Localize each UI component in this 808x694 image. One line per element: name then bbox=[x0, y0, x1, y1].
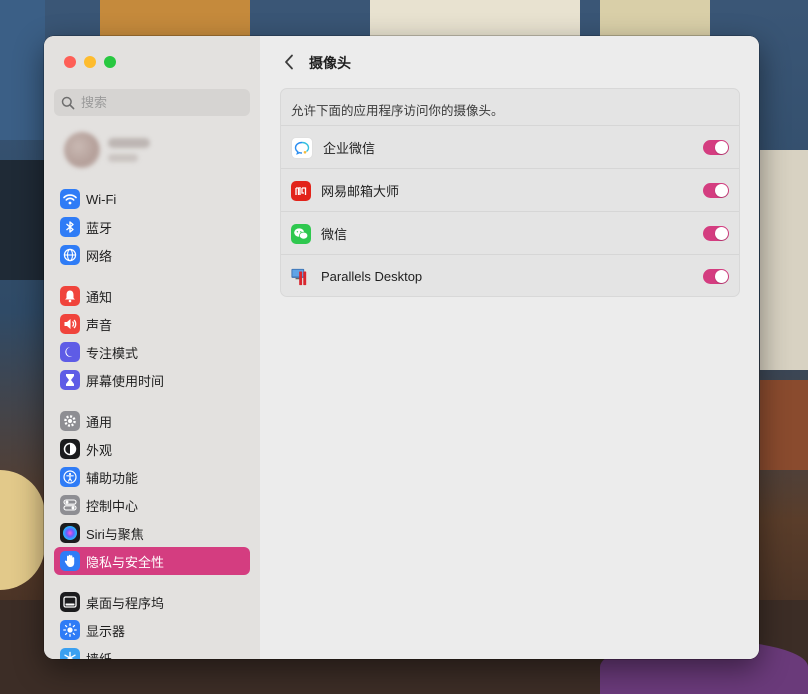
sidebar-item-label: 显示器 bbox=[86, 623, 126, 639]
sidebar-item-label: 墙纸 bbox=[86, 651, 113, 660]
netease-mail-icon bbox=[291, 180, 311, 201]
accessibility-icon bbox=[60, 467, 80, 487]
bell-icon bbox=[60, 286, 80, 306]
app-name: Parallels Desktop bbox=[321, 269, 423, 284]
toggle-knob bbox=[715, 227, 728, 240]
moon-icon bbox=[60, 342, 80, 362]
wecom-icon bbox=[291, 136, 313, 159]
bluetooth-icon bbox=[60, 217, 80, 237]
wallpaper-icon bbox=[60, 648, 80, 659]
control-center-icon bbox=[60, 495, 80, 515]
app-name: 企业微信 bbox=[323, 141, 376, 156]
appearance-icon bbox=[60, 439, 80, 459]
sidebar-item-accessibility[interactable]: 辅助功能 bbox=[54, 463, 250, 491]
camera-access-panel: 允许下面的应用程序访问你的摄像头。 企业微信网易邮箱大师 微信 Parallels … bbox=[280, 88, 740, 297]
app-row: Parallels Desktop bbox=[281, 254, 739, 298]
sidebar-item-bell[interactable]: 通知 bbox=[54, 282, 250, 310]
globe-icon bbox=[60, 245, 80, 265]
sidebar-item-label: 隐私与安全性 bbox=[86, 554, 165, 570]
toggle-knob bbox=[715, 270, 728, 283]
sidebar-item-appearance[interactable]: 外观 bbox=[54, 435, 250, 463]
search-input[interactable] bbox=[79, 94, 243, 111]
sidebar-item-control-center[interactable]: 控制中心 bbox=[54, 491, 250, 519]
camera-access-toggle[interactable] bbox=[703, 183, 729, 198]
sidebar-item-label: 桌面与程序坞 bbox=[86, 595, 165, 611]
app-name: 微信 bbox=[321, 227, 348, 242]
system-settings-window: Wi-Fi 蓝牙网络通知声音专注模式屏幕使用时间通用外观辅助功能控制中心 Siri与… bbox=[44, 36, 759, 659]
main-pane: 摄像头 允许下面的应用程序访问你的摄像头。 企业微信网易邮箱大师 微信 Parall… bbox=[260, 36, 759, 659]
siri-icon bbox=[60, 523, 80, 543]
app-row: 企业微信 bbox=[281, 125, 739, 169]
sidebar: Wi-Fi 蓝牙网络通知声音专注模式屏幕使用时间通用外观辅助功能控制中心 Siri与… bbox=[44, 36, 261, 659]
app-row: 网易邮箱大师 bbox=[281, 168, 739, 212]
back-button[interactable] bbox=[280, 52, 298, 72]
sidebar-item-label: 专注模式 bbox=[86, 345, 139, 361]
sidebar-item-siri[interactable]: Siri与聚焦 bbox=[54, 519, 250, 547]
gear-icon bbox=[60, 411, 80, 431]
sidebar-item-label: 通知 bbox=[86, 289, 113, 305]
sidebar-item-label: 外观 bbox=[86, 442, 113, 458]
sidebar-item-dock[interactable]: 桌面与程序坞 bbox=[54, 588, 250, 616]
window-controls bbox=[64, 56, 116, 68]
avatar bbox=[64, 132, 100, 168]
account-subtitle-blurred bbox=[108, 154, 138, 162]
sidebar-list: Wi-Fi 蓝牙网络通知声音专注模式屏幕使用时间 通用外观辅助功能控制中心 Siri与… bbox=[54, 185, 250, 659]
sidebar-item-label: 声音 bbox=[86, 317, 113, 333]
apple-account[interactable] bbox=[64, 132, 154, 168]
header: 摄像头 bbox=[260, 36, 759, 88]
sidebar-item-label: 蓝牙 bbox=[86, 220, 113, 236]
app-row: 微信 bbox=[281, 211, 739, 255]
sidebar-item-hand[interactable]: 隐私与安全性 bbox=[54, 547, 250, 575]
page-title: 摄像头 bbox=[309, 55, 351, 71]
sidebar-item-label: 屏幕使用时间 bbox=[86, 373, 165, 389]
parallels-icon bbox=[291, 267, 311, 287]
toggle-knob bbox=[715, 184, 728, 197]
sidebar-item-label: 通用 bbox=[86, 414, 113, 430]
camera-access-toggle[interactable] bbox=[703, 226, 729, 241]
search-icon bbox=[61, 96, 75, 109]
sidebar-item-wifi[interactable]: Wi-Fi bbox=[54, 185, 250, 213]
camera-access-toggle[interactable] bbox=[703, 269, 729, 284]
close-button[interactable] bbox=[64, 56, 76, 68]
hand-icon bbox=[60, 551, 80, 571]
sidebar-item-label: 辅助功能 bbox=[86, 470, 139, 486]
account-name-blurred bbox=[108, 138, 150, 148]
minimize-button[interactable] bbox=[84, 56, 96, 68]
wifi-icon bbox=[60, 189, 80, 209]
display-icon bbox=[60, 620, 80, 640]
sidebar-item-speaker[interactable]: 声音 bbox=[54, 310, 250, 338]
sidebar-item-label: Wi-Fi bbox=[86, 191, 117, 207]
sidebar-item-bluetooth[interactable]: 蓝牙 bbox=[54, 213, 250, 241]
app-name: 网易邮箱大师 bbox=[321, 184, 400, 199]
sidebar-item-gear[interactable]: 通用 bbox=[54, 407, 250, 435]
speaker-icon bbox=[60, 314, 80, 334]
hourglass-icon bbox=[60, 370, 80, 390]
search-field[interactable] bbox=[54, 89, 250, 116]
zoom-button[interactable] bbox=[104, 56, 116, 68]
camera-access-toggle[interactable] bbox=[703, 140, 729, 155]
sidebar-item-label: 控制中心 bbox=[86, 498, 139, 514]
dock-icon bbox=[60, 592, 80, 612]
toggle-knob bbox=[715, 141, 728, 154]
sidebar-item-label: 网络 bbox=[86, 248, 113, 264]
sidebar-item-globe[interactable]: 网络 bbox=[54, 241, 250, 269]
panel-description: 允许下面的应用程序访问你的摄像头。 bbox=[291, 104, 504, 118]
sidebar-item-moon[interactable]: 专注模式 bbox=[54, 338, 250, 366]
wechat-icon bbox=[291, 223, 311, 244]
sidebar-item-hourglass[interactable]: 屏幕使用时间 bbox=[54, 366, 250, 394]
chevron-left-icon bbox=[285, 54, 293, 70]
sidebar-item-label: Siri与聚焦 bbox=[86, 526, 144, 542]
sidebar-item-wallpaper[interactable]: 墙纸 bbox=[54, 644, 250, 659]
sidebar-item-display[interactable]: 显示器 bbox=[54, 616, 250, 644]
